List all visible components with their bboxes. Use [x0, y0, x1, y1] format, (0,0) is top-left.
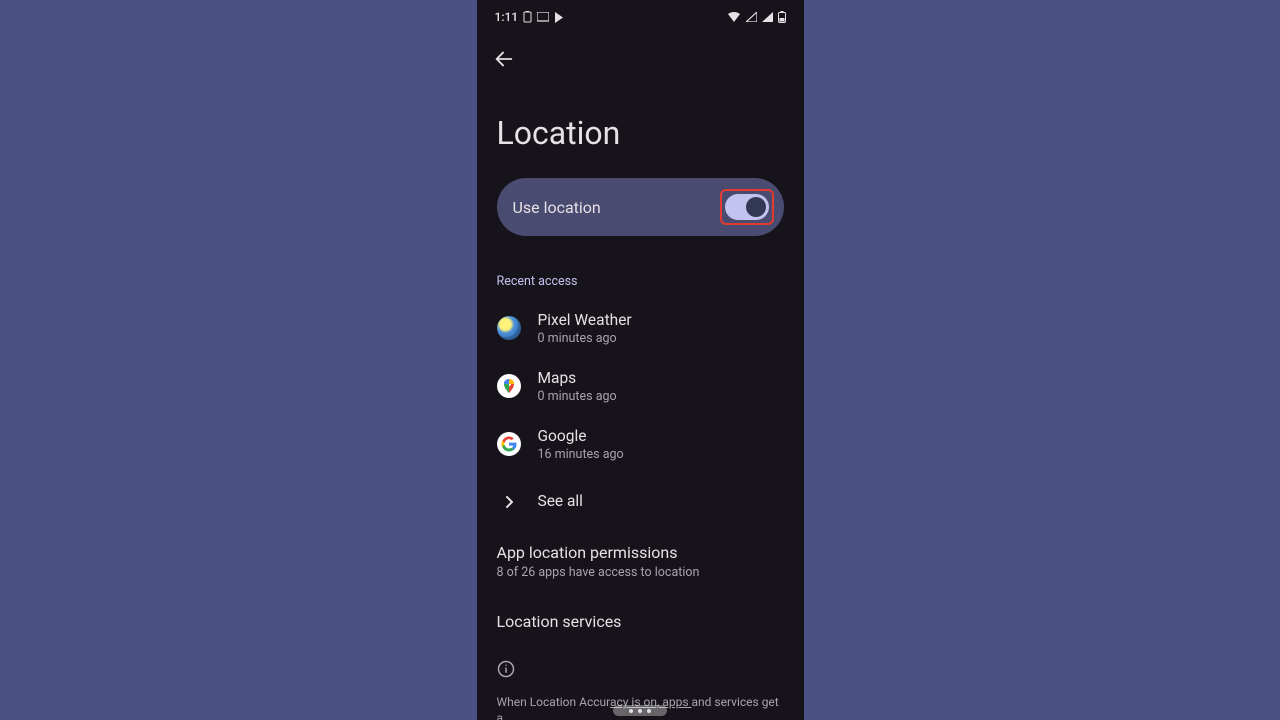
play-icon — [554, 12, 564, 23]
recent-app-maps[interactable]: Maps 0 minutes ago — [477, 357, 804, 415]
app-time: 0 minutes ago — [538, 389, 617, 404]
maps-icon — [497, 374, 521, 398]
location-services-row[interactable]: Location services — [477, 584, 804, 646]
page-title: Location — [477, 84, 804, 178]
back-arrow-icon[interactable] — [493, 48, 515, 70]
battery-icon — [778, 11, 786, 23]
app-time: 0 minutes ago — [538, 331, 632, 346]
app-name: Pixel Weather — [538, 311, 632, 329]
recent-access-header: Recent access — [477, 236, 804, 299]
recent-app-google[interactable]: Google 16 minutes ago — [477, 415, 804, 473]
info-icon — [497, 660, 515, 678]
app-time: 16 minutes ago — [538, 447, 624, 462]
use-location-label: Use location — [513, 198, 601, 217]
battery-small-icon — [523, 11, 532, 23]
setting-title: App location permissions — [497, 543, 784, 562]
status-bar: 1:11 — [477, 0, 804, 34]
info-icon-row — [477, 646, 804, 686]
phone-frame: 1:11 Location Use location Recent access… — [477, 0, 804, 720]
recent-app-pixel-weather[interactable]: Pixel Weather 0 minutes ago — [477, 299, 804, 357]
use-location-row[interactable]: Use location — [497, 178, 784, 236]
app-bar — [477, 34, 804, 84]
setting-subtitle: 8 of 26 apps have access to location — [497, 565, 784, 580]
signal-icon-1 — [746, 12, 757, 22]
cast-icon — [537, 12, 549, 22]
use-location-toggle[interactable] — [725, 194, 769, 220]
google-icon — [497, 432, 521, 456]
app-location-permissions-row[interactable]: App location permissions 8 of 26 apps ha… — [477, 531, 804, 584]
app-name: Google — [538, 427, 624, 445]
wifi-icon — [727, 12, 741, 23]
status-time: 1:11 — [495, 10, 519, 24]
tutorial-highlight — [720, 189, 774, 225]
signal-icon-2 — [762, 12, 773, 22]
nav-pill[interactable] — [613, 705, 667, 716]
app-name: Maps — [538, 369, 617, 387]
see-all-label: See all — [538, 492, 583, 510]
pixel-weather-icon — [497, 316, 521, 340]
toggle-thumb — [746, 197, 766, 217]
see-all-row[interactable]: See all — [477, 473, 804, 531]
chevron-right-icon — [497, 495, 521, 509]
setting-title: Location services — [497, 596, 784, 639]
